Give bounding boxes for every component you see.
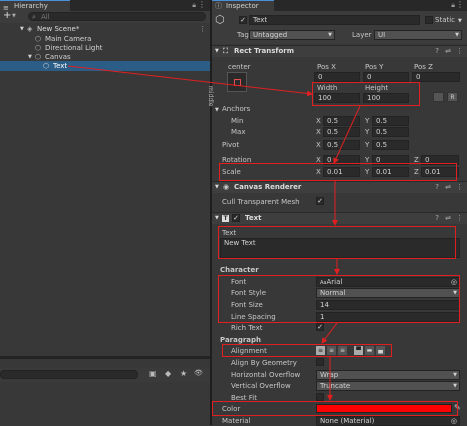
- arrow-size-to-scale: [333, 105, 361, 164]
- annotation-arrows: [67, 65, 361, 401]
- arrow-hierarchy-to-size: [67, 65, 313, 97]
- arrow-character-to-alignment: [321, 322, 338, 344]
